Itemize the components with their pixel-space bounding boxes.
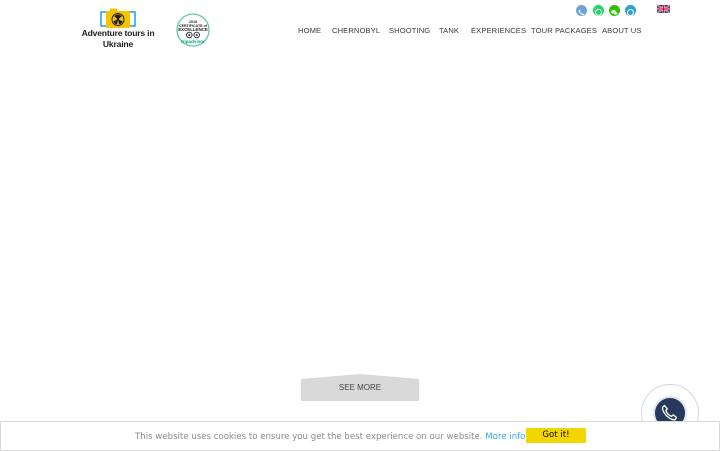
tripadvisor-wordmark: tripadvisor bbox=[181, 39, 205, 44]
award-excellence: EXCELLENCE bbox=[178, 27, 208, 32]
see-more-button[interactable]: SEE MORE bbox=[301, 374, 419, 401]
cookie-consent-bar: This website uses cookies to ensure you … bbox=[0, 421, 720, 451]
tripadvisor-award-badge[interactable]: 2018 CERTIFICATE of EXCELLENCE tripadvis… bbox=[176, 13, 210, 47]
cookie-message: This website uses cookies to ensure you … bbox=[135, 432, 483, 442]
nav-home[interactable]: HOME bbox=[298, 26, 321, 35]
telegram-icon[interactable] bbox=[625, 5, 636, 17]
whatsapp-icon[interactable] bbox=[593, 5, 604, 16]
cookie-accept-button[interactable]: Got it! bbox=[526, 428, 586, 443]
camera-logo-icon bbox=[100, 8, 136, 28]
brand-name: Adventure tours in Ukraine bbox=[81, 28, 155, 49]
site-logo[interactable]: Adventure tours in Ukraine bbox=[80, 6, 160, 52]
site-header: Adventure tours in Ukraine 2018 CERTIFIC… bbox=[0, 0, 720, 60]
nav-tank[interactable]: TANK bbox=[439, 26, 459, 35]
nav-chernobyl[interactable]: CHERNOBYL bbox=[332, 26, 380, 35]
phone-icon[interactable] bbox=[576, 5, 587, 16]
nav-shooting[interactable]: SHOOTING bbox=[389, 26, 430, 35]
wechat-icon[interactable] bbox=[609, 5, 620, 16]
see-more-label: SEE MORE bbox=[338, 383, 382, 392]
nav-about-us[interactable]: ABOUT US bbox=[602, 26, 641, 35]
nav-experiences[interactable]: EXPERIENCES bbox=[471, 26, 526, 35]
nav-tour-packages[interactable]: TOUR PACKAGES bbox=[531, 26, 597, 35]
cookie-more-info-link[interactable]: More info bbox=[485, 432, 525, 442]
english-flag-icon[interactable] bbox=[657, 5, 670, 13]
